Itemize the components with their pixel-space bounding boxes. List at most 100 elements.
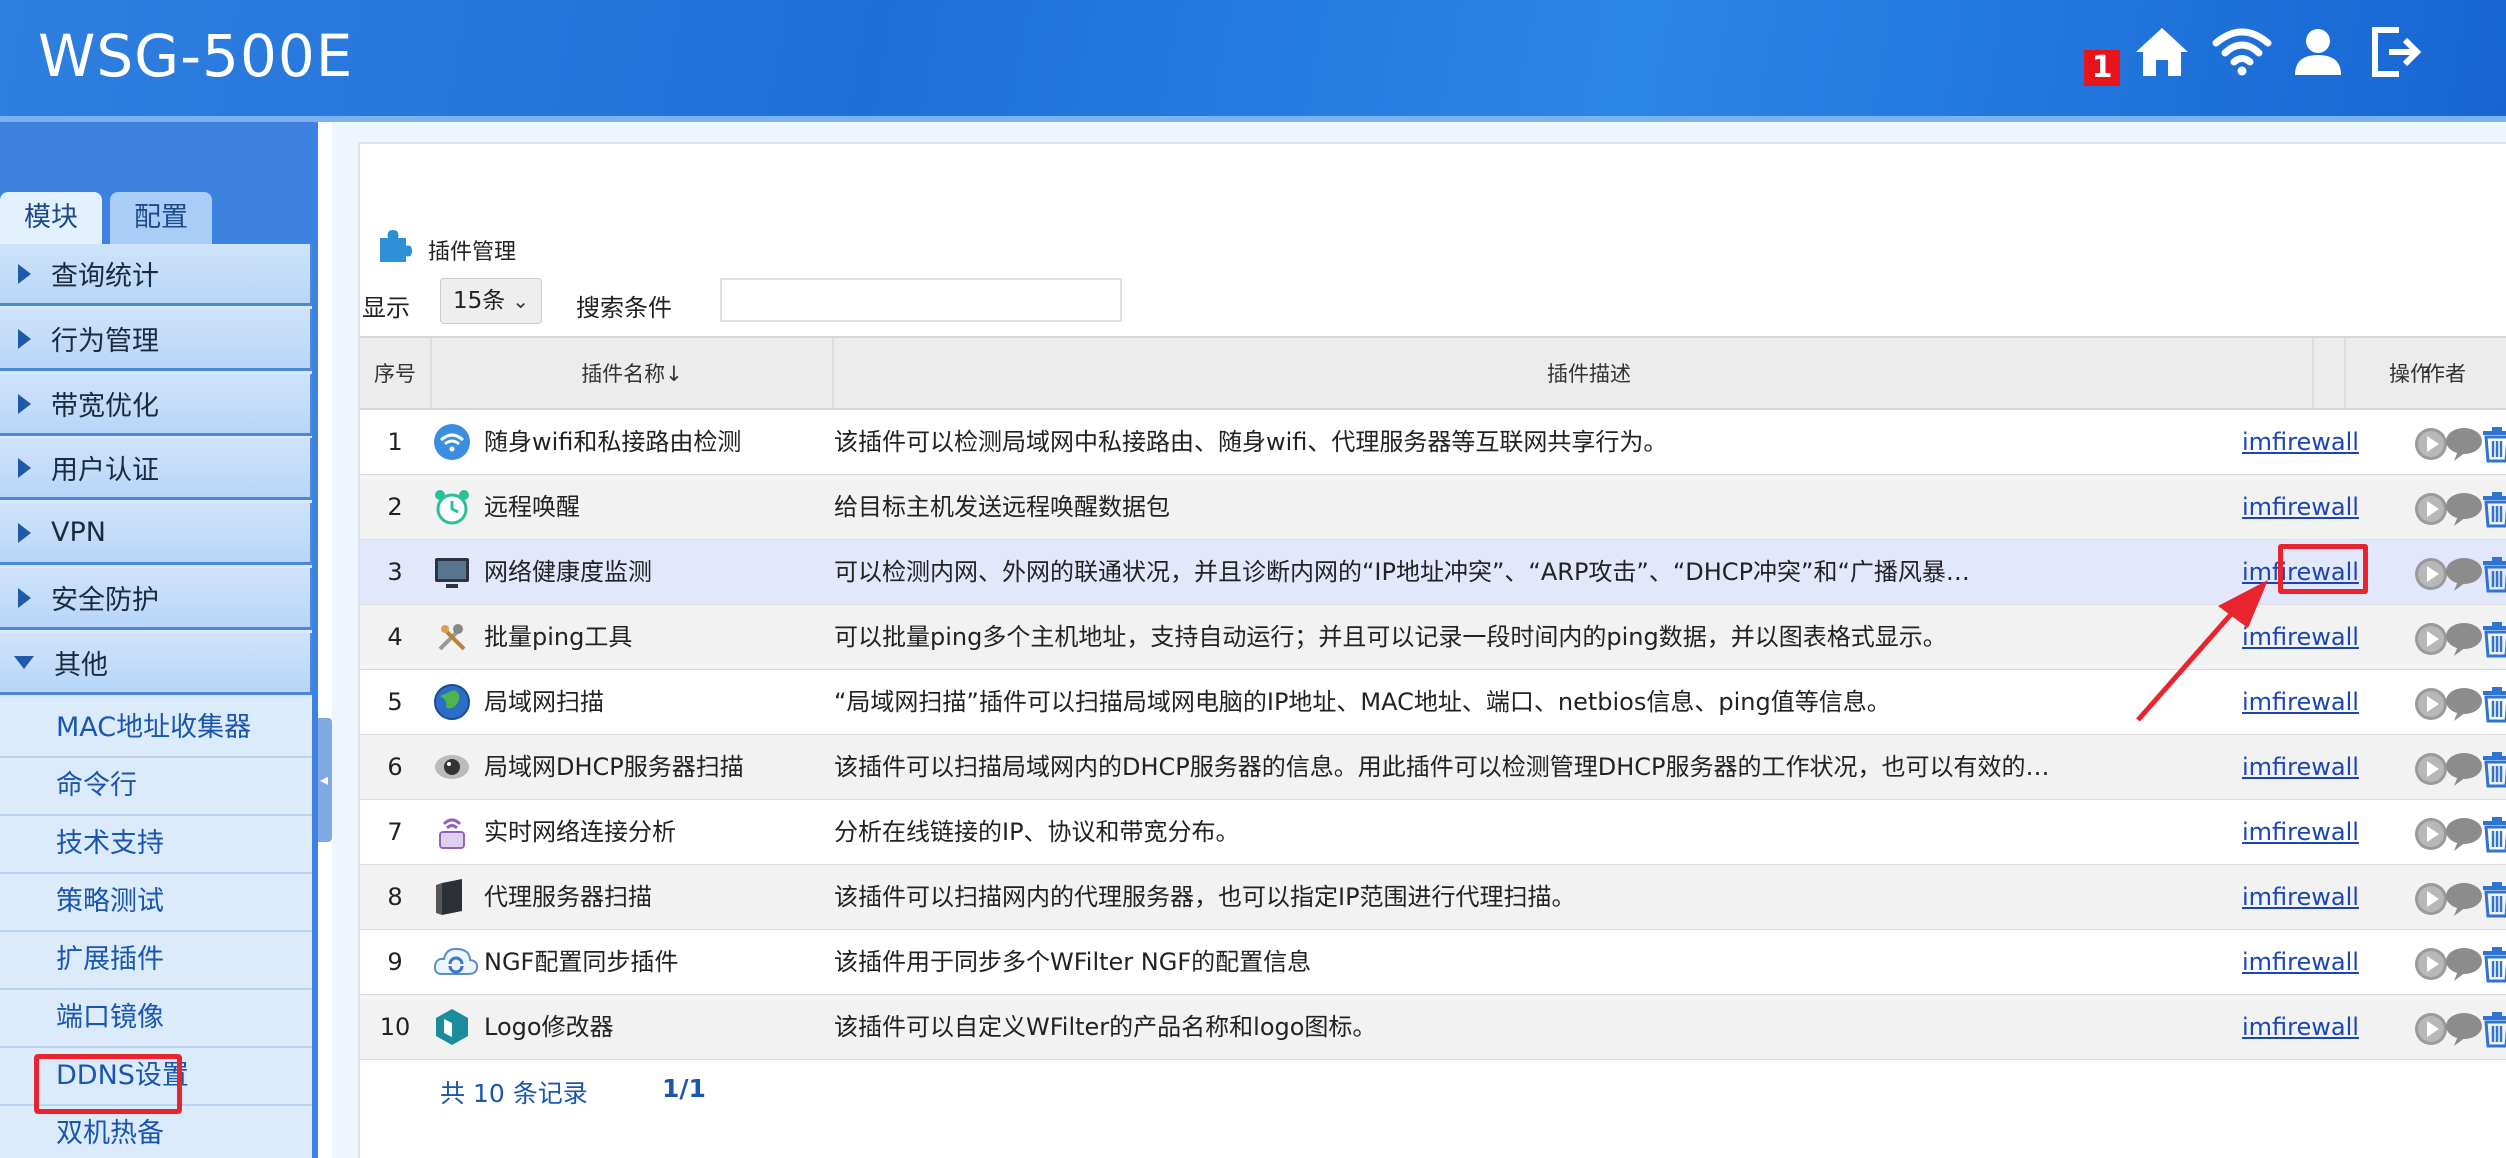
- row-number: 3: [387, 558, 403, 586]
- sidebar-group-behavior[interactable]: 行为管理: [0, 309, 312, 371]
- sidebar-group-query-stats[interactable]: 查询统计: [0, 244, 312, 306]
- table-row[interactable]: 6 局域网DHCP服务器扫描 该插件可以扫描局域网内的DHCP服务器的信息。用此插件…: [360, 735, 2506, 800]
- delete-button[interactable]: [2480, 748, 2506, 788]
- row-number: 2: [387, 493, 403, 521]
- puzzle-icon: [376, 226, 412, 262]
- sidebar-group-label: 带宽优化: [51, 391, 159, 422]
- row-number: 5: [387, 688, 403, 716]
- server-icon: [432, 877, 472, 917]
- sidebar-item-tech-support[interactable]: 技术支持: [0, 816, 312, 874]
- wifi-icon[interactable]: [2212, 22, 2272, 82]
- logout-icon[interactable]: [2366, 22, 2426, 82]
- table-row[interactable]: 9 NGF配置同步插件 该插件用于同步多个WFilter NGF的配置信息 imfir…: [360, 930, 2506, 995]
- delete-button[interactable]: [2480, 553, 2506, 593]
- comment-button[interactable]: [2444, 813, 2482, 851]
- sidebar-group-other[interactable]: 其他: [0, 633, 312, 695]
- delete-button[interactable]: [2480, 813, 2506, 853]
- comment-button[interactable]: [2444, 618, 2482, 656]
- sidebar-item-port-mirror[interactable]: 端口镜像: [0, 990, 312, 1048]
- row-actions: [2320, 670, 2506, 734]
- plugin-name-cell: 局域网DHCP服务器扫描: [430, 735, 826, 799]
- row-number: 4: [387, 623, 403, 651]
- top-header: WSG-500E 1: [0, 0, 2506, 122]
- row-number: 9: [387, 948, 403, 976]
- comment-button[interactable]: [2444, 878, 2482, 916]
- table-row[interactable]: 7 实时网络连接分析 分析在线链接的IP、协议和带宽分布。 imfirewall: [360, 800, 2506, 865]
- comment-button[interactable]: [2444, 423, 2482, 461]
- row-actions: [2320, 605, 2506, 669]
- page-size-value: 15条: [453, 288, 506, 314]
- user-icon[interactable]: [2288, 22, 2348, 82]
- eye-icon: [432, 747, 472, 787]
- sidebar: 模块 配置 查询统计 行为管理 带宽优化 用户认证 VPN 安全防护 其他 MA…: [0, 122, 318, 1158]
- app-title: WSG-500E: [38, 22, 354, 90]
- row-number: 7: [387, 818, 403, 846]
- col-header-name[interactable]: 插件名称↓: [432, 338, 834, 410]
- plugin-description: 该插件可以检测局域网中私接路由、随身wifi、代理服务器等互联网共享行为。: [834, 428, 1668, 456]
- sidebar-item-command-line[interactable]: 命令行: [0, 758, 312, 816]
- tab-config[interactable]: 配置: [110, 192, 212, 244]
- delete-button[interactable]: [2480, 488, 2506, 528]
- col-header-no: 序号: [360, 338, 432, 410]
- logo-icon: [432, 1007, 472, 1047]
- signal-tower-icon: [432, 812, 472, 852]
- delete-button[interactable]: [2480, 1008, 2506, 1048]
- caret-down-icon: [14, 656, 34, 669]
- plugin-name: Logo修改器: [484, 1013, 614, 1041]
- comment-button[interactable]: [2444, 553, 2482, 591]
- plugin-description: 该插件用于同步多个WFilter NGF的配置信息: [834, 948, 1312, 976]
- sidebar-group-vpn[interactable]: VPN: [0, 503, 312, 565]
- sidebar-item-policy-test[interactable]: 策略测试: [0, 874, 312, 932]
- comment-button[interactable]: [2444, 943, 2482, 981]
- home-icon[interactable]: [2132, 22, 2192, 82]
- annotation-arrow: [2136, 580, 2268, 722]
- sidebar-collapse-handle[interactable]: ◂: [318, 718, 332, 842]
- row-number: 1: [387, 428, 403, 456]
- comment-button[interactable]: [2444, 1008, 2482, 1046]
- row-actions: [2320, 475, 2506, 539]
- plugin-name: 局域网DHCP服务器扫描: [484, 753, 744, 781]
- sidebar-group-security[interactable]: 安全防护: [0, 568, 312, 630]
- plugin-description: 分析在线链接的IP、协议和带宽分布。: [834, 818, 1240, 846]
- table-row[interactable]: 2 远程唤醒 给目标主机发送远程唤醒数据包 imfirewall: [360, 475, 2506, 540]
- sidebar-group-bandwidth[interactable]: 带宽优化: [0, 374, 312, 436]
- table-row[interactable]: 1 随身wifi和私接路由检测 该插件可以检测局域网中私接路由、随身wifi、代理服…: [360, 410, 2506, 475]
- sidebar-group-auth[interactable]: 用户认证: [0, 438, 312, 500]
- row-number: 6: [387, 753, 403, 781]
- sidebar-group-label: VPN: [51, 517, 106, 548]
- wifi-signal-icon: [432, 422, 472, 462]
- tools-icon: [432, 617, 472, 657]
- notification-badge[interactable]: 1: [2084, 50, 2120, 86]
- plugin-name: 批量ping工具: [484, 623, 633, 651]
- page-indicator[interactable]: 1/1: [662, 1074, 706, 1103]
- caret-right-icon: [18, 328, 31, 349]
- caret-right-icon: [18, 587, 31, 608]
- search-input[interactable]: [720, 278, 1122, 322]
- sidebar-group-label: 行为管理: [51, 326, 159, 357]
- delete-button[interactable]: [2480, 423, 2506, 463]
- delete-button[interactable]: [2480, 683, 2506, 723]
- delete-button[interactable]: [2480, 878, 2506, 918]
- row-number: 8: [387, 883, 403, 911]
- row-actions: [2320, 930, 2506, 994]
- delete-button[interactable]: [2480, 618, 2506, 658]
- table-header: 序号 插件名称↓ 插件描述 作者 操作: [360, 336, 2506, 410]
- plugin-description: 给目标主机发送远程唤醒数据包: [834, 493, 1170, 521]
- page-size-select[interactable]: 15条 ⌄: [440, 278, 542, 324]
- row-number: 10: [379, 1013, 411, 1041]
- table-row[interactable]: 10 Logo修改器 该插件可以自定义WFilter的产品名称和logo图标。 imf…: [360, 995, 2506, 1060]
- sidebar-item-mac-collector[interactable]: MAC地址收集器: [0, 700, 312, 758]
- delete-button[interactable]: [2480, 943, 2506, 983]
- comment-button[interactable]: [2444, 748, 2482, 786]
- chevron-left-icon: ◂: [320, 770, 329, 789]
- row-actions: [2320, 800, 2506, 864]
- tab-module[interactable]: 模块: [0, 192, 102, 244]
- comment-button[interactable]: [2444, 683, 2482, 721]
- table-row[interactable]: 8 代理服务器扫描 该插件可以扫描网内的代理服务器，也可以指定IP范围进行代理扫描。…: [360, 865, 2506, 930]
- alarm-clock-icon: [432, 487, 472, 527]
- plugin-description: “局域网扫描”插件可以扫描局域网电脑的IP地址、MAC地址、端口、netbios…: [834, 688, 1891, 716]
- comment-button[interactable]: [2444, 488, 2482, 526]
- sidebar-item-extension-plugins[interactable]: 扩展插件: [0, 932, 312, 990]
- col-header-desc: 插件描述: [834, 338, 2346, 410]
- row-actions: [2320, 995, 2506, 1059]
